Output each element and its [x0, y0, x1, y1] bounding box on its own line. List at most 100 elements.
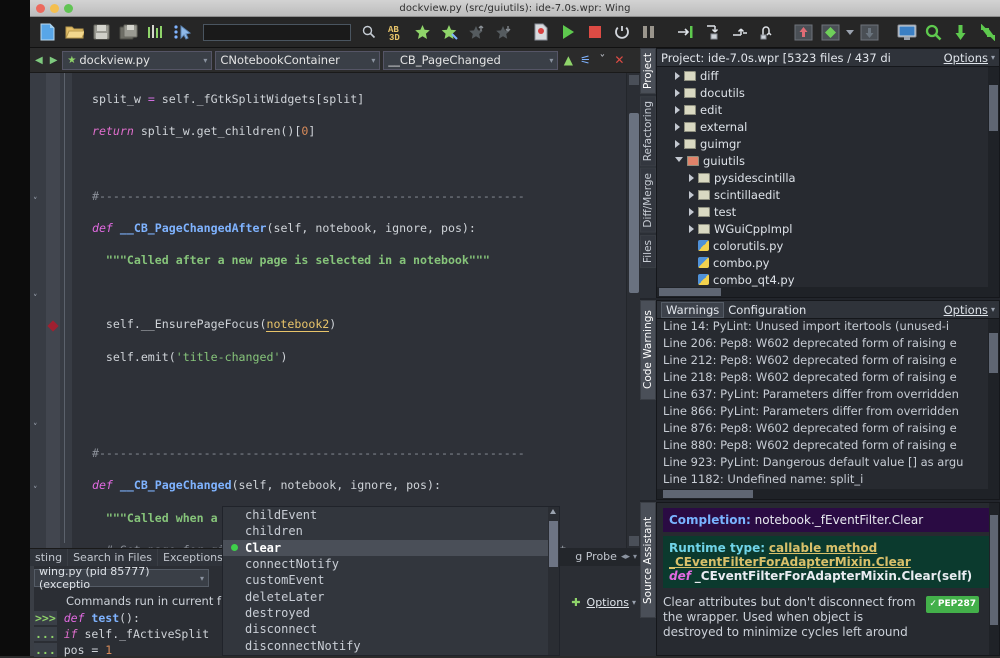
tree-row-folder[interactable]: edit [657, 101, 999, 118]
arrow-down-green-icon[interactable] [948, 20, 973, 45]
expand-triangle-icon[interactable] [689, 207, 694, 216]
warning-row[interactable]: Line 876: Pep8: W602 deprecated form of … [657, 421, 999, 438]
refresh-icon[interactable] [975, 20, 1000, 45]
select-pointer-icon[interactable] [170, 20, 195, 45]
pause-icon[interactable] [636, 20, 661, 45]
chevron-down-icon[interactable]: ▾ [991, 305, 995, 314]
stop-icon[interactable] [582, 20, 607, 45]
tree-row-file[interactable]: combo.py [657, 254, 999, 271]
expand-triangle-icon[interactable] [675, 122, 680, 131]
fold-chevron-icon[interactable]: ˅ [33, 197, 38, 207]
expand-triangle-icon[interactable] [675, 71, 680, 80]
step-out-icon[interactable] [727, 20, 752, 45]
debug-probe-tab[interactable]: g Probe ◂▸ ▾ [548, 548, 640, 565]
warning-row[interactable]: Line 1182: Undefined name: split_i [657, 472, 999, 489]
tree-row-file[interactable]: colorutils.py [657, 237, 999, 254]
monitor-icon[interactable] [894, 20, 919, 45]
chevron-down-icon[interactable]: ▾ [991, 53, 995, 62]
runtime-type-class[interactable]: _CEventFilterForAdapterMixin.Clear [669, 555, 911, 569]
chevron-down-icon[interactable]: ▾ [633, 552, 637, 561]
close-window-button[interactable] [36, 4, 45, 13]
add-probe-icon[interactable]: ✚ [571, 596, 580, 609]
step-return-icon[interactable] [754, 20, 779, 45]
nav-back-button[interactable]: ◀ [33, 55, 45, 66]
run-icon[interactable] [555, 20, 580, 45]
tree-row-folder[interactable]: scintillaedit [657, 186, 999, 203]
warning-row[interactable]: Line 14: PyLint: Unused import itertools… [657, 319, 999, 336]
ab-replace-icon[interactable]: AB 3D [383, 20, 408, 45]
vtab-code-warnings[interactable]: Code Warnings [640, 300, 656, 400]
tree-row-folder[interactable]: diff [657, 67, 999, 84]
warnings-vertical-scrollbar[interactable] [988, 319, 999, 499]
expand-triangle-icon[interactable] [689, 173, 694, 182]
warning-row[interactable]: Line 923: PyLint: Dangerous default valu… [657, 455, 999, 472]
minimize-window-button[interactable] [50, 4, 59, 13]
autocomplete-item[interactable]: disconnect [223, 621, 559, 637]
tree-row-folder-open[interactable]: guiutils [657, 152, 999, 169]
scrollbar-thumb[interactable] [629, 113, 639, 293]
collapse-triangle-icon[interactable] [675, 157, 683, 166]
source-assistant-scrollbar[interactable] [989, 503, 999, 655]
tree-row-folder[interactable]: pysidescintilla [657, 169, 999, 186]
tab-testing[interactable]: sting [30, 549, 69, 566]
tree-row-folder[interactable]: external [657, 118, 999, 135]
warning-row[interactable]: Line 212: Pep8: W602 deprecated form of … [657, 353, 999, 370]
download-icon[interactable] [857, 20, 882, 45]
vtab-refactoring[interactable]: Refactoring [640, 95, 656, 167]
autocomplete-item[interactable]: connectNotify [223, 556, 559, 572]
breakpoint-icon[interactable] [528, 20, 553, 45]
project-vertical-scrollbar[interactable] [988, 67, 999, 297]
vtab-files[interactable]: Files [640, 234, 656, 268]
fold-chevron-icon[interactable]: ˅ [33, 486, 38, 496]
warning-row[interactable]: Line 880: Pep8: W602 deprecated form of … [657, 438, 999, 455]
bookmark-add-icon[interactable] [437, 20, 462, 45]
process-combo[interactable]: wing.py (pid 85777) (exceptio ▾ [34, 565, 209, 591]
nav-forward-button[interactable]: ▶ [48, 55, 60, 66]
autocomplete-item[interactable]: customEvent [223, 572, 559, 588]
vtab-project[interactable]: Project [640, 48, 656, 94]
expand-triangle-icon[interactable] [689, 224, 694, 233]
vtab-diff-merge[interactable]: Diff/Merge [640, 168, 656, 233]
toolbar-search-input[interactable] [203, 23, 351, 41]
scroll-down-icon[interactable] [629, 536, 639, 546]
tab-configuration[interactable]: Configuration [724, 303, 810, 317]
tree-row-folder[interactable]: test [657, 203, 999, 220]
editor-vertical-scrollbar[interactable] [626, 73, 640, 548]
function-combo[interactable]: __CB_PageChanged ▾ [383, 50, 559, 70]
warning-row[interactable]: Line 637: PyLint: Parameters differ from… [657, 387, 999, 404]
window-controls[interactable] [36, 4, 73, 13]
chevron-down-icon[interactable]: ˇ [595, 53, 609, 67]
autocomplete-item[interactable]: disconnectNotify [223, 637, 559, 653]
warning-row[interactable]: Line 866: PyLint: Parameters differ from… [657, 404, 999, 421]
upload-icon[interactable] [791, 20, 816, 45]
scrollbar-thumb[interactable] [990, 515, 998, 625]
vtab-source-assistant[interactable]: Source Assistant [640, 502, 656, 618]
save-all-icon[interactable] [116, 20, 141, 45]
expand-triangle-icon[interactable] [689, 190, 694, 199]
split-icon[interactable]: ⚟ [578, 53, 592, 67]
fold-margin[interactable]: ˅ ˅ ˅ ˅ ˅ [30, 73, 46, 548]
warning-row[interactable]: Line 206: Pep8: W602 deprecated form of … [657, 336, 999, 353]
scrollbar-thumb[interactable] [989, 85, 998, 131]
autocomplete-item[interactable]: destroyed [223, 605, 559, 621]
bookmark-star-icon[interactable] [410, 20, 435, 45]
warnings-list[interactable]: Line 14: PyLint: Unused import itertools… [657, 319, 999, 499]
warning-triangle-icon[interactable]: ▲ [561, 53, 575, 67]
scroll-up-icon[interactable] [550, 509, 556, 514]
chevron-down-icon[interactable] [845, 20, 855, 45]
step-into-icon[interactable] [673, 20, 698, 45]
indent-guides-icon[interactable] [143, 20, 168, 45]
scrollbar-thumb[interactable] [663, 490, 753, 498]
scrollbar-thumb[interactable] [549, 521, 558, 567]
scroll-up-icon[interactable] [629, 75, 639, 85]
tab-search-in-files[interactable]: Search in Files [68, 549, 159, 566]
fold-chevron-icon[interactable]: ˅ [33, 423, 38, 433]
fold-chevron-icon[interactable]: ˅ [33, 294, 38, 304]
autocomplete-item-selected[interactable]: Clear [223, 539, 559, 556]
tree-row-folder[interactable]: docutils [657, 84, 999, 101]
save-icon[interactable] [89, 20, 114, 45]
probe-options-button[interactable]: Options [587, 596, 629, 609]
autocomplete-item[interactable]: deleteLater [223, 588, 559, 604]
code-editor[interactable]: ˅ ˅ ˅ ˅ ˅ split_w = self._fGtkSplitWidge… [30, 73, 640, 548]
tree-row-folder[interactable]: WGuiCppImpl [657, 220, 999, 237]
